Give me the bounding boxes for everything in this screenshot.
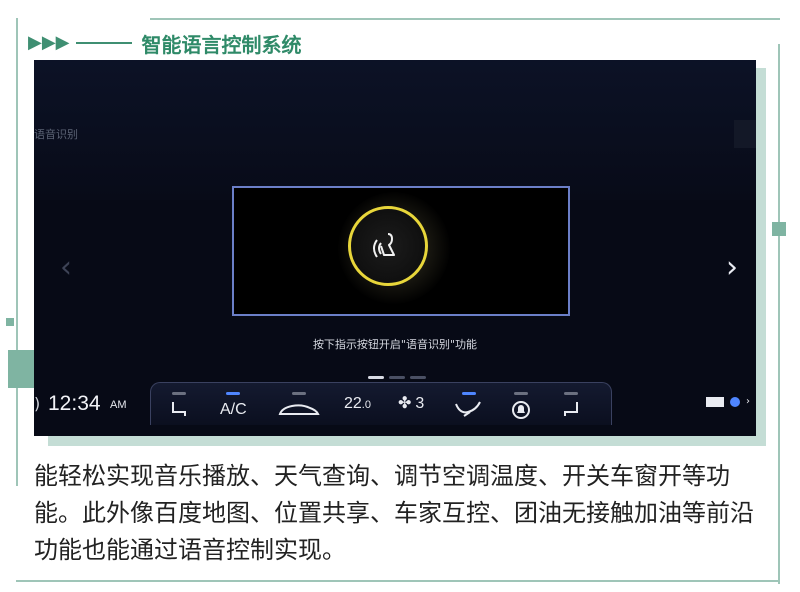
chevron-right-icon[interactable]: › [726, 250, 738, 285]
indicator [564, 392, 578, 395]
recirculation-button[interactable] [278, 392, 320, 420]
frame-corner-square [772, 222, 786, 236]
screen-background [34, 60, 756, 200]
frame-small-square [6, 318, 14, 326]
airflow-icon [455, 401, 481, 417]
bar-left-edge: ) [34, 394, 41, 413]
page-dot[interactable] [389, 376, 405, 379]
frame-right-line [778, 44, 780, 584]
voice-speaking-icon [373, 233, 395, 258]
fan-level: 3 [415, 395, 425, 412]
voice-button[interactable] [348, 206, 428, 286]
section-header: ▶▶▶ 智能语言控制系统 [28, 28, 302, 58]
clock-ampm: AM [110, 399, 127, 411]
seat-heat-right-button[interactable] [560, 392, 582, 420]
more-indicator: › [746, 396, 750, 407]
fan-speed-control[interactable]: ✤ 3 [398, 394, 424, 414]
battery-icon [706, 396, 724, 407]
voice-hint-text: 按下指示按钮开启"语音识别"功能 [312, 338, 478, 351]
seat-heat-left-button[interactable] [168, 392, 190, 420]
fan-icon: ✤ [398, 395, 412, 412]
climate-bar: ) 12:34 AM A/C 22.0 ✤ 3 › [34, 382, 756, 436]
indicator [462, 392, 476, 395]
infotainment-screen: 语音识别 ‹ › 按下指示按钮开启"语音识别"功能 ) 12:34 AM A/C [34, 60, 756, 436]
indicator [226, 392, 241, 395]
ac-label: A/C [220, 401, 247, 418]
frame-bottom-line [16, 580, 780, 582]
screen-title: 语音识别 [34, 128, 78, 141]
section-title: 智能语言控制系统 [141, 32, 302, 57]
chevron-left-icon[interactable]: ‹ [60, 250, 72, 285]
auto-button[interactable] [510, 392, 532, 420]
top-right-tab[interactable] [734, 120, 756, 148]
temperature-decimal: .0 [361, 399, 371, 411]
indicator [514, 392, 528, 395]
bell-icon [512, 401, 530, 419]
caption-text: 能轻松实现音乐播放、天气查询、调节空调温度、开关车窗开等功能。此外像百度地图、位… [34, 462, 754, 564]
page-indicator [368, 376, 426, 379]
page-dot[interactable] [410, 376, 426, 379]
ac-button[interactable]: A/C [220, 392, 247, 420]
page-dot[interactable] [368, 376, 384, 379]
assistant-icon [730, 396, 740, 407]
temperature-display[interactable]: 22.0 [344, 394, 371, 415]
seat-icon [172, 402, 186, 416]
frame-left-line [16, 18, 18, 486]
clock-time: 12:34 [48, 392, 101, 415]
temperature-value: 22 [344, 395, 362, 412]
car-icon [278, 404, 320, 415]
seat-icon [564, 402, 578, 416]
frame-top-line [150, 18, 780, 20]
status-icons: › [706, 396, 750, 407]
indicator [292, 392, 306, 395]
header-divider [75, 42, 132, 44]
indicator [172, 392, 186, 395]
airflow-button[interactable] [454, 392, 484, 420]
play-arrows-icon: ▶▶▶ [28, 32, 70, 53]
